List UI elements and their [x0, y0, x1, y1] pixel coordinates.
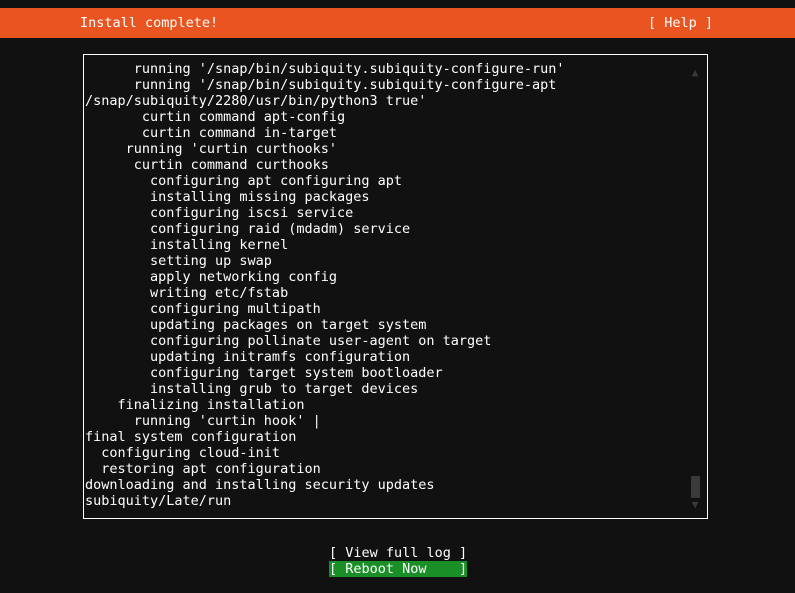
log-line: running '/snap/bin/subiquity.subiquity-c…	[85, 61, 565, 77]
log-line: restoring apt configuration	[85, 461, 321, 477]
log-line: configuring apt configuring apt	[85, 173, 402, 189]
scroll-up-arrow-icon[interactable]: ▲	[690, 67, 700, 78]
page-title: Install complete!	[80, 15, 219, 31]
log-line: configuring target system bootloader	[85, 365, 443, 381]
header-bar: Install complete! [ Help ]	[0, 8, 795, 38]
log-line: curtin command in-target	[85, 125, 337, 141]
log-line: curtin command curthooks	[85, 157, 329, 173]
log-line: installing kernel	[85, 237, 289, 253]
scroll-down-arrow-icon[interactable]: ▼	[690, 499, 700, 510]
log-line: /snap/subiquity/2280/usr/bin/python3 tru…	[85, 93, 427, 109]
log-line: running 'curtin hook' |	[85, 413, 321, 429]
install-log-output: running '/snap/bin/subiquity.subiquity-c…	[85, 61, 689, 513]
log-line: writing etc/fstab	[85, 285, 289, 301]
install-log-panel: running '/snap/bin/subiquity.subiquity-c…	[83, 54, 708, 519]
log-line: configuring cloud-init	[85, 445, 281, 461]
help-button[interactable]: [ Help ]	[648, 15, 713, 31]
log-line: running 'curtin curthooks'	[85, 141, 337, 157]
log-line: downloading and installing security upda…	[85, 477, 435, 493]
log-line: apply networking config	[85, 269, 337, 285]
log-line: updating packages on target system	[85, 317, 427, 333]
scrollbar-thumb[interactable]	[691, 476, 700, 498]
log-line: configuring multipath	[85, 301, 321, 317]
log-scrollbar[interactable]: ▲ ▼	[688, 56, 702, 517]
log-line: installing missing packages	[85, 189, 370, 205]
log-line: final system configuration	[85, 429, 297, 445]
log-line: updating initramfs configuration	[85, 349, 411, 365]
log-line: installing grub to target devices	[85, 381, 419, 397]
log-line: curtin command apt-config	[85, 109, 346, 125]
log-line: finalizing installation	[85, 397, 305, 413]
log-line: subiquity/Late/run	[85, 493, 232, 509]
log-line: configuring raid (mdadm) service	[85, 221, 411, 237]
view-full-log-button[interactable]: [ View full log ]	[329, 545, 467, 561]
log-line: configuring iscsi service	[85, 205, 354, 221]
log-line: configuring pollinate user-agent on targ…	[85, 333, 492, 349]
reboot-now-button[interactable]: [ Reboot Now ]	[329, 561, 468, 577]
log-line: setting up swap	[85, 253, 272, 269]
log-line: running '/snap/bin/subiquity.subiquity-c…	[85, 77, 557, 93]
footer-actions: [ View full log ] [ Reboot Now ]	[0, 542, 795, 582]
